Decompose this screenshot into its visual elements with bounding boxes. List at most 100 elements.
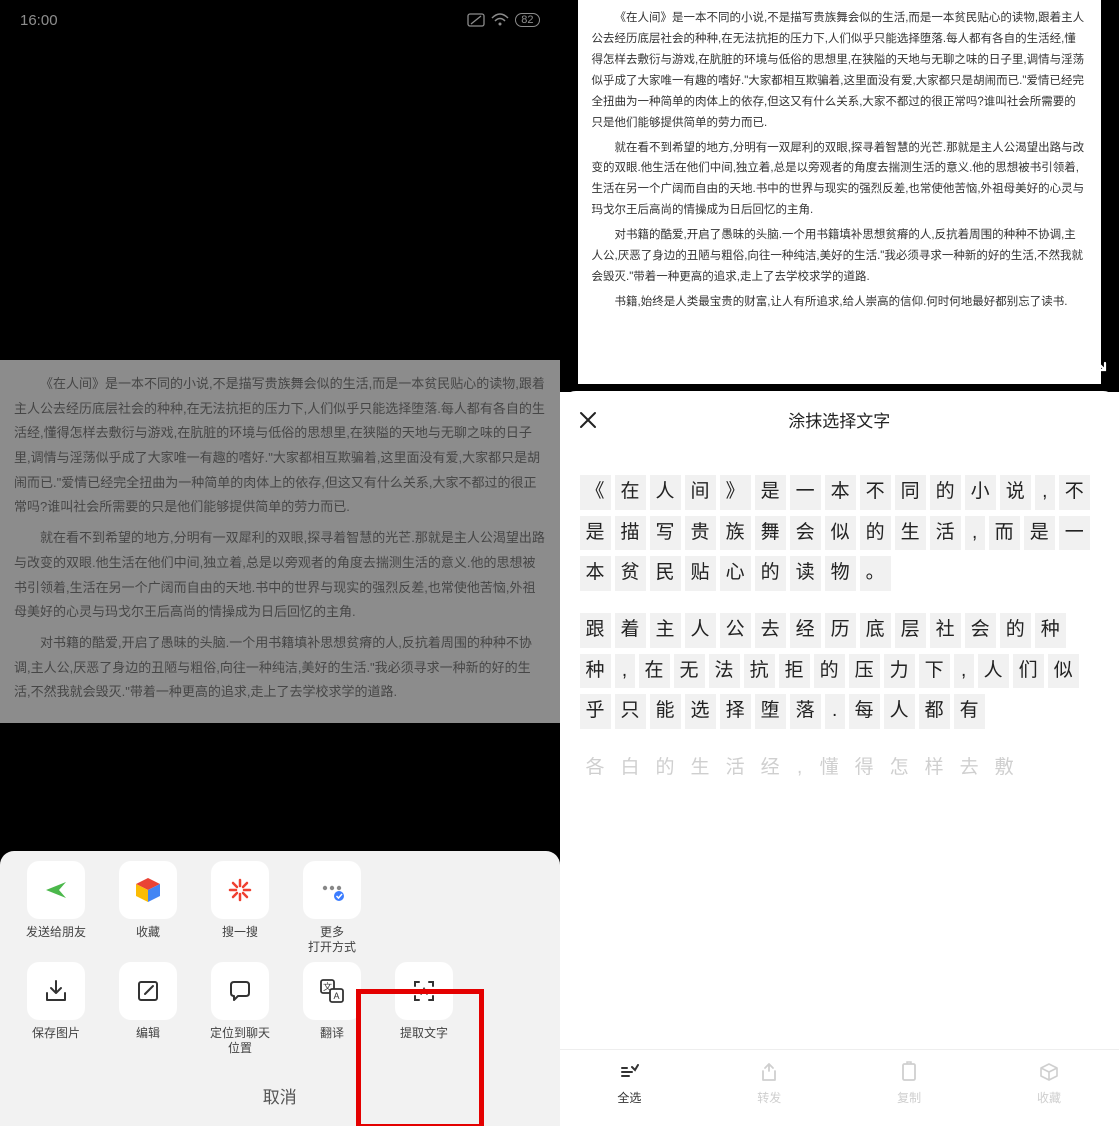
share-item-favorite-cube[interactable]: 收藏 [104, 861, 192, 956]
char-token[interactable]: 压 [849, 654, 880, 689]
char-token[interactable]: 乎 [580, 694, 611, 729]
char-token[interactable]: 而 [989, 516, 1020, 551]
char-token[interactable]: 本 [580, 556, 611, 591]
char-token[interactable]: 的 [755, 556, 786, 591]
char-token[interactable]: 下 [919, 654, 950, 689]
char-token[interactable]: 的 [1000, 613, 1031, 648]
share-item-extract-text[interactable]: A提取文字 [380, 962, 468, 1057]
char-token[interactable]: 堕 [755, 694, 786, 729]
char-token[interactable]: 有 [954, 694, 985, 729]
char-token[interactable]: 本 [825, 475, 856, 510]
char-token[interactable]: 的 [860, 516, 891, 551]
char-token[interactable]: 拒 [779, 654, 810, 689]
char-token[interactable]: 得 [849, 751, 880, 786]
expand-icon[interactable] [1083, 348, 1109, 374]
close-icon[interactable] [578, 410, 598, 430]
char-token[interactable]: 民 [650, 556, 681, 591]
char-token[interactable]: 小 [965, 475, 996, 510]
char-token[interactable]: 活 [720, 751, 751, 786]
char-token[interactable]: 敷 [989, 751, 1020, 786]
share-item-edit[interactable]: 编辑 [104, 962, 192, 1057]
char-token[interactable]: 怎 [884, 751, 915, 786]
char-token[interactable]: 样 [919, 751, 950, 786]
char-token[interactable]: 舞 [755, 516, 786, 551]
char-token[interactable]: , [615, 654, 635, 689]
char-token[interactable]: 能 [650, 694, 681, 729]
char-token[interactable]: 懂 [814, 751, 845, 786]
char-token[interactable]: 的 [930, 475, 961, 510]
char-token[interactable]: 着 [615, 613, 646, 648]
char-token[interactable]: 经 [790, 613, 821, 648]
char-token[interactable]: 的 [814, 654, 845, 689]
char-token[interactable]: 人 [650, 475, 681, 510]
char-token[interactable]: 白 [615, 751, 646, 786]
char-token[interactable]: 法 [709, 654, 740, 689]
char-token[interactable]: 是 [580, 516, 611, 551]
cancel-button[interactable]: 取消 [8, 1065, 552, 1108]
article-preview[interactable]: 《在人间》是一本不同的小说,不是描写贵族舞会似的生活,而是一本贫民贴心的读物,跟… [0, 360, 560, 723]
char-token[interactable]: , [1035, 475, 1055, 510]
char-token[interactable]: 都 [919, 694, 950, 729]
char-token[interactable]: 说 [1000, 475, 1031, 510]
char-token[interactable]: 会 [790, 516, 821, 551]
char-token[interactable]: 人 [978, 654, 1009, 689]
char-token[interactable]: 《 [580, 475, 611, 510]
char-token[interactable]: 族 [720, 516, 751, 551]
share-item-search-spark[interactable]: 搜一搜 [196, 861, 284, 956]
char-token[interactable]: 》 [720, 475, 751, 510]
char-token[interactable]: 一 [790, 475, 821, 510]
char-token[interactable]: 去 [755, 613, 786, 648]
char-token[interactable]: , [954, 654, 974, 689]
char-token[interactable]: 每 [849, 694, 880, 729]
char-token[interactable]: 人 [685, 613, 716, 648]
char-token[interactable]: 会 [965, 613, 996, 648]
char-token[interactable]: 无 [674, 654, 705, 689]
char-token[interactable]: 底 [860, 613, 891, 648]
char-token[interactable]: 择 [720, 694, 751, 729]
share-item-translate[interactable]: 文A翻译 [288, 962, 376, 1057]
char-token[interactable]: 生 [685, 751, 716, 786]
char-token[interactable]: 一 [1059, 516, 1090, 551]
bottom-item-select-all[interactable]: 全选 [560, 1060, 700, 1106]
char-token[interactable]: 在 [615, 475, 646, 510]
char-token[interactable]: 各 [580, 751, 611, 786]
char-token[interactable]: 。 [860, 556, 891, 591]
char-token[interactable]: 落 [790, 694, 821, 729]
char-token[interactable]: 主 [650, 613, 681, 648]
char-token[interactable]: 跟 [580, 613, 611, 648]
char-token[interactable]: 选 [685, 694, 716, 729]
char-token[interactable]: 公 [720, 613, 751, 648]
char-token[interactable]: 抗 [744, 654, 775, 689]
char-token[interactable]: 贴 [685, 556, 716, 591]
char-token[interactable]: 不 [860, 475, 891, 510]
char-token[interactable]: 在 [639, 654, 670, 689]
share-item-more-apps[interactable]: 更多打开方式 [288, 861, 376, 956]
share-item-chat-locate[interactable]: 定位到聊天位置 [196, 962, 284, 1057]
char-token[interactable]: 贵 [685, 516, 716, 551]
char-token[interactable]: . [825, 694, 845, 729]
char-token[interactable]: 不 [1059, 475, 1090, 510]
char-token[interactable]: 层 [895, 613, 926, 648]
char-token[interactable]: 种 [580, 654, 611, 689]
char-token[interactable]: 间 [685, 475, 716, 510]
char-token[interactable]: , [965, 516, 985, 551]
char-token[interactable]: 力 [884, 654, 915, 689]
char-token[interactable]: 生 [895, 516, 926, 551]
char-select-area[interactable]: 《在人间》是一本不同的小说,不是描写贵族舞会似的生活,而是一本贫民贴心的读物。 … [560, 448, 1119, 1049]
char-token[interactable]: 贫 [615, 556, 646, 591]
char-token[interactable]: 人 [884, 694, 915, 729]
char-token[interactable]: , [790, 751, 810, 786]
char-token[interactable]: 历 [825, 613, 856, 648]
char-token[interactable]: 的 [650, 751, 681, 786]
char-token[interactable]: 是 [1024, 516, 1055, 551]
char-token[interactable]: 种 [1035, 613, 1066, 648]
char-token[interactable]: 们 [1013, 654, 1044, 689]
char-token[interactable]: 只 [615, 694, 646, 729]
image-preview-area[interactable]: 《在人间》是一本不同的小说,不是描写贵族舞会似的生活,而是一本贫民贴心的读物,跟… [560, 0, 1119, 392]
char-token[interactable]: 似 [1048, 654, 1079, 689]
char-token[interactable]: 心 [720, 556, 751, 591]
char-token[interactable]: 描 [615, 516, 646, 551]
char-token[interactable]: 社 [930, 613, 961, 648]
char-token[interactable]: 似 [825, 516, 856, 551]
char-token[interactable]: 物 [825, 556, 856, 591]
